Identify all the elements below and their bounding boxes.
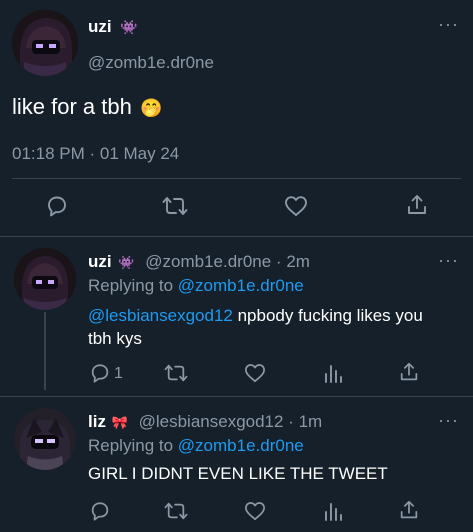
handle-time[interactable]: @zomb1e.dr0ne · 2m — [145, 252, 310, 271]
reply-text-line: npbody fucking likes you — [232, 306, 423, 325]
replying-to: Replying to @zomb1e.dr0ne — [88, 276, 304, 296]
avatar-image — [12, 10, 78, 76]
retweet-icon[interactable] — [164, 500, 188, 522]
replying-to-link[interactable]: @zomb1e.dr0ne — [178, 436, 304, 455]
thread-line — [44, 312, 46, 390]
divider — [0, 236, 473, 237]
reply-header: uzi 👾 @zomb1e.dr0ne · 2m — [88, 252, 310, 272]
name-emoji: 👾 — [118, 255, 135, 270]
avatar[interactable] — [14, 248, 76, 310]
avatar[interactable] — [14, 408, 76, 470]
tweet-emoji: 🤭 — [139, 98, 163, 118]
replying-prefix: Replying to — [88, 436, 174, 455]
handle[interactable]: @zomb1e.dr0ne — [88, 53, 214, 73]
name-emoji: 🎀 — [111, 415, 128, 430]
handle-time[interactable]: @lesbiansexgod12 · 1m — [139, 412, 323, 431]
reply-text: GIRL I DIDNT EVEN LIKE THE TWEET — [88, 464, 388, 483]
more-icon[interactable]: ··· — [438, 14, 459, 35]
reply-text: @lesbiansexgod12 npbody fucking likes yo… — [88, 304, 423, 350]
tweet-text-body: like for a tbh — [12, 94, 132, 119]
avatar-image — [14, 248, 76, 310]
avatar[interactable] — [12, 10, 78, 76]
stats-icon[interactable] — [323, 362, 343, 384]
divider — [0, 396, 473, 397]
retweet-icon[interactable] — [162, 194, 188, 218]
like-icon[interactable] — [244, 363, 266, 383]
display-name[interactable]: uzi 👾 — [88, 17, 138, 37]
more-icon[interactable]: ··· — [438, 410, 459, 431]
replying-to: Replying to @zomb1e.dr0ne — [88, 436, 304, 456]
reply-icon[interactable] — [89, 500, 111, 522]
more-icon[interactable]: ··· — [438, 250, 459, 271]
display-name[interactable]: liz — [88, 412, 106, 431]
reply-text-line: tbh kys — [88, 329, 142, 348]
share-icon[interactable] — [398, 499, 420, 521]
name-emoji: 👾 — [120, 19, 138, 35]
share-icon[interactable] — [398, 361, 420, 383]
mention-link[interactable]: @lesbiansexgod12 — [88, 306, 233, 325]
reply-icon[interactable] — [89, 362, 111, 384]
retweet-icon[interactable] — [164, 362, 188, 384]
tweet-text: like for a tbh 🤭 — [12, 94, 162, 120]
divider — [12, 178, 461, 179]
reply-icon[interactable] — [45, 194, 69, 218]
display-name-text[interactable]: uzi — [88, 17, 112, 36]
stats-icon[interactable] — [323, 500, 343, 522]
timestamp[interactable]: 01:18 PM · 01 May 24 — [12, 144, 179, 164]
display-name[interactable]: uzi — [88, 252, 112, 271]
replying-to-link[interactable]: @zomb1e.dr0ne — [178, 276, 304, 295]
share-icon[interactable] — [405, 193, 429, 217]
like-icon[interactable] — [284, 195, 308, 217]
reply-count[interactable]: 1 — [114, 365, 123, 383]
like-icon[interactable] — [244, 501, 266, 521]
replying-prefix: Replying to — [88, 276, 174, 295]
reply-header: liz 🎀 @lesbiansexgod12 · 1m — [88, 412, 322, 432]
avatar-image — [14, 408, 76, 470]
